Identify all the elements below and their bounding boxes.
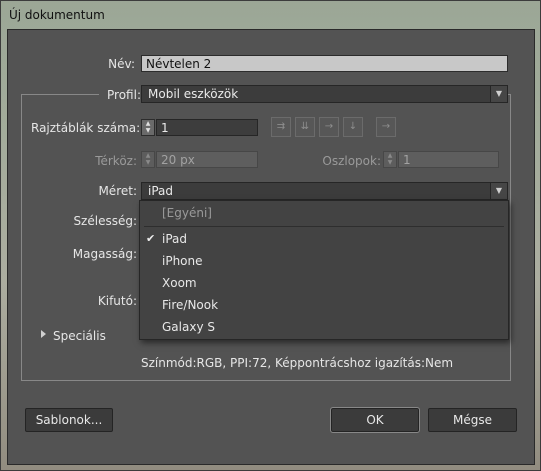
columns-input: 1 <box>398 151 499 168</box>
spin-up-icon[interactable]: ▲ <box>142 120 154 127</box>
spacing-label: Térköz: <box>95 154 137 168</box>
size-label: Méret: <box>98 184 137 198</box>
width-label: Szélesség: <box>73 214 137 228</box>
advanced-toggle[interactable]: Speciális <box>53 329 110 343</box>
spin-down-icon[interactable]: ▼ <box>142 127 154 134</box>
chevron-down-icon: ▼ <box>490 183 507 199</box>
size-option-ipad[interactable]: ✔ iPad <box>140 229 508 249</box>
document-info: Színmód:RGB, PPI:72, Képpontrácshoz igaz… <box>141 356 454 370</box>
profile-select[interactable]: Mobil eszközök ▼ <box>141 85 508 103</box>
arrange-by-row-icon[interactable]: → <box>319 117 339 137</box>
arrange-by-column-icon[interactable]: ↓ <box>343 117 363 137</box>
cancel-button[interactable]: Mégse <box>428 408 517 432</box>
expand-triangle-icon[interactable] <box>41 330 46 338</box>
name-input[interactable]: Névtelen 2 <box>141 55 508 72</box>
size-option-galaxy-s[interactable]: Galaxy S <box>140 317 508 337</box>
artboards-input[interactable]: 1 <box>156 119 258 136</box>
grid-by-column-icon[interactable]: ⇊ <box>295 117 315 137</box>
size-option-iphone[interactable]: iPhone <box>140 251 508 271</box>
menu-divider <box>144 226 504 227</box>
spin-down-icon: ▼ <box>145 159 151 166</box>
name-label: Név: <box>108 57 135 71</box>
columns-stepper: ▲ ▼ <box>383 151 397 168</box>
artboards-label: Rajztáblák száma: <box>31 121 141 135</box>
spacing-input: 20 px <box>156 151 258 168</box>
grid-by-row-icon[interactable]: ⇉ <box>271 117 291 137</box>
spin-down-icon: ▼ <box>387 159 393 166</box>
size-select-value: iPad <box>148 184 174 198</box>
window-title: Új dokumentum <box>9 8 105 22</box>
size-option-label: iPad <box>162 232 188 246</box>
ok-button[interactable]: OK <box>330 407 420 433</box>
size-option-xoom[interactable]: Xoom <box>140 273 508 293</box>
new-document-window: Új dokumentum Név: Névtelen 2 Profil: Mo… <box>0 0 541 471</box>
height-label: Magasság: <box>72 247 137 261</box>
profile-select-value: Mobil eszközök <box>148 87 239 101</box>
chevron-down-icon: ▼ <box>490 86 507 102</box>
artboards-stepper[interactable]: ▲ ▼ <box>141 119 155 136</box>
size-select[interactable]: iPad ▼ <box>141 182 508 200</box>
columns-label: Oszlopok: <box>322 154 381 168</box>
spacing-stepper: ▲ ▼ <box>141 151 155 168</box>
size-dropdown-menu: [Egyéni] ✔ iPad iPhone Xoom Fire/Nook Ga… <box>139 200 509 340</box>
checkmark-icon: ✔ <box>146 232 156 245</box>
profile-label: Profil: <box>99 88 143 102</box>
size-option-fire-nook[interactable]: Fire/Nook <box>140 295 508 315</box>
spin-up-icon: ▲ <box>387 152 393 159</box>
title-bar[interactable]: Új dokumentum <box>1 1 541 29</box>
templates-button[interactable]: Sablonok... <box>25 408 113 432</box>
layout-direction-icon[interactable]: → <box>376 117 396 137</box>
bleed-label: Kifutó: <box>97 294 137 308</box>
size-option-custom: [Egyéni] <box>162 206 212 220</box>
spin-up-icon: ▲ <box>145 152 151 159</box>
